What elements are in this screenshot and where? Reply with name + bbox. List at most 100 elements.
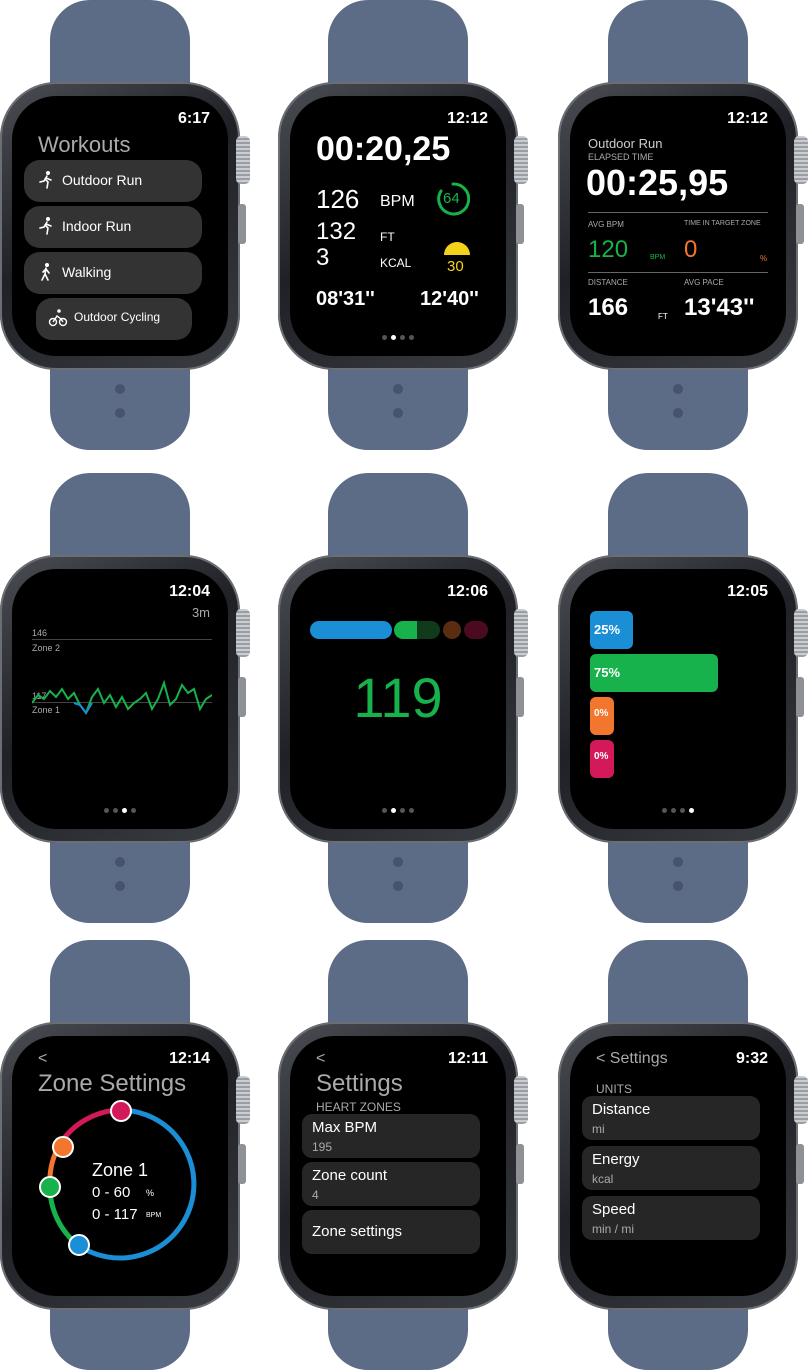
avg-pace-value: 13'43'' [684,294,755,321]
zone-bar-2 [394,621,440,639]
side-button [238,677,246,717]
workout-outdoor-run[interactable]: Outdoor Run [24,160,202,202]
indoor-running-icon [39,217,52,235]
back-button[interactable]: < Settings [596,1050,668,1068]
upper-zone-line [32,639,212,640]
clock: 12:11 [447,1050,488,1067]
zone-handle-red[interactable] [110,1100,132,1122]
zone-handle-green[interactable] [39,1176,61,1198]
target-zone-unit: % [760,254,768,263]
zone-bar-4 [464,621,488,639]
zone-bar-1: 25% [590,611,633,649]
upper-zone-value: 146 [32,628,48,638]
avg-pace-label: AVG PACE [684,278,724,287]
sun-icon [444,242,470,255]
percent-unit: % [146,1188,155,1198]
side-button [796,204,804,244]
side-button [516,677,524,717]
clock: 12:12 [447,110,488,127]
watch-workouts: 6:17 Workouts Outdoor Run Indoor Run Wal… [0,0,250,450]
zone-bar-4: 0% [590,740,614,778]
screen: 12:04 3m 146 Zone 2 117 Zone 1 [12,569,228,829]
page-title: Settings [316,1070,403,1097]
distance-label: DISTANCE [588,278,628,287]
setting-value: 4 [312,1188,319,1202]
energy-badge: 30 [447,258,464,275]
watch-hr-graph: 12:04 3m 146 Zone 2 117 Zone 1 [0,473,250,923]
clock: 6:17 [177,110,210,127]
heart-rate-value: 119 [353,666,443,729]
percent-range: 0 - 60 [92,1184,131,1201]
activity-name: Outdoor Run [588,136,663,151]
zone-handle-blue[interactable] [68,1234,90,1256]
workout-label: Indoor Run [62,218,132,234]
back-button[interactable]: < [316,1050,325,1068]
divider [588,212,768,213]
unit-energy[interactable]: Energy kcal [582,1146,760,1190]
zone-bar-label: 0% [594,751,609,762]
clock: 12:14 [169,1050,210,1067]
watch-current-hr: 12:06 119 [278,473,528,923]
page-indicator [12,808,228,813]
workout-indoor-run[interactable]: Indoor Run [24,206,202,248]
section-header: UNITS [596,1082,632,1096]
watch-units: < Settings 9:32 UNITS Distance mi Energy… [558,940,808,1370]
energy-value: 3 [316,244,330,271]
setting-title: Zone count [312,1167,388,1184]
upper-zone-label: Zone 2 [32,643,61,653]
screen: 12:12 Outdoor Run ELAPSED TIME 00:25,95 … [570,96,786,356]
zone-bar-label: 75% [594,665,621,680]
divider [588,272,768,273]
screen: < 12:11 Settings HEART ZONES Max BPM 195… [290,1036,506,1296]
setting-zone-count[interactable]: Zone count 4 [302,1162,480,1206]
digital-crown [514,136,528,184]
setting-max-bpm[interactable]: Max BPM 195 [302,1114,480,1158]
back-button[interactable]: < [38,1050,47,1068]
unit-value: min / mi [592,1222,634,1236]
unit-distance[interactable]: Distance mi [582,1096,760,1140]
side-button [516,204,524,244]
setting-title: Max BPM [312,1119,378,1136]
digital-crown [514,1076,528,1124]
page-indicator [290,808,506,813]
unit-value: kcal [592,1172,614,1186]
watch-zone-distribution: 12:05 25% 75% 0% 0% [558,473,808,923]
workout-walking[interactable]: Walking [24,252,202,294]
watch-case: 12:04 3m 146 Zone 2 117 Zone 1 [0,555,240,843]
bpm-range: 0 - 117 [92,1206,138,1223]
side-button [238,204,246,244]
clock: 12:04 [169,583,210,600]
graph-duration: 3m [191,605,210,620]
workout-outdoor-cycling[interactable]: Outdoor Cycling [36,298,192,340]
heart-rate-graph [32,679,212,716]
digital-crown [794,609,808,657]
digital-crown [794,1076,808,1124]
zone-handle-orange[interactable] [52,1136,74,1158]
average-pace: 12'40'' [420,288,479,310]
watch-case: 12:12 00:20,25 126 BPM 64 132 FT 3 KCAL … [278,82,518,370]
energy-unit: KCAL [380,256,412,270]
unit-value: mi [592,1122,605,1136]
watch-case: < 12:11 Settings HEART ZONES Max BPM 195… [278,1022,518,1310]
screen: 12:12 00:20,25 126 BPM 64 132 FT 3 KCAL … [290,96,506,356]
side-button [516,1144,524,1184]
digital-crown [514,609,528,657]
target-zone-label: TIME IN TARGET ZONE [684,220,761,227]
elapsed-time: 00:20,25 [316,130,451,168]
page-title: Workouts [38,132,131,157]
unit-speed[interactable]: Speed min / mi [582,1196,760,1240]
zone-name: Zone 1 [92,1160,149,1180]
zone-bar-1 [310,621,392,639]
page-indicator [290,335,506,340]
page-indicator [570,808,786,813]
screen: 12:05 25% 75% 0% 0% [570,569,786,829]
screen: < 12:14 Zone Settings Zone 1 0 - 60 % 0 … [12,1036,228,1296]
cycling-icon [48,309,68,327]
clock: 12:06 [447,583,488,600]
zone-ring-value: 64 [443,190,460,207]
setting-value: 195 [312,1140,333,1154]
distance-unit: FT [658,312,668,321]
setting-zone-settings[interactable]: Zone settings [302,1210,480,1254]
elapsed-time: 00:25,95 [586,162,729,203]
bpm-unit: BPM [146,1212,162,1219]
